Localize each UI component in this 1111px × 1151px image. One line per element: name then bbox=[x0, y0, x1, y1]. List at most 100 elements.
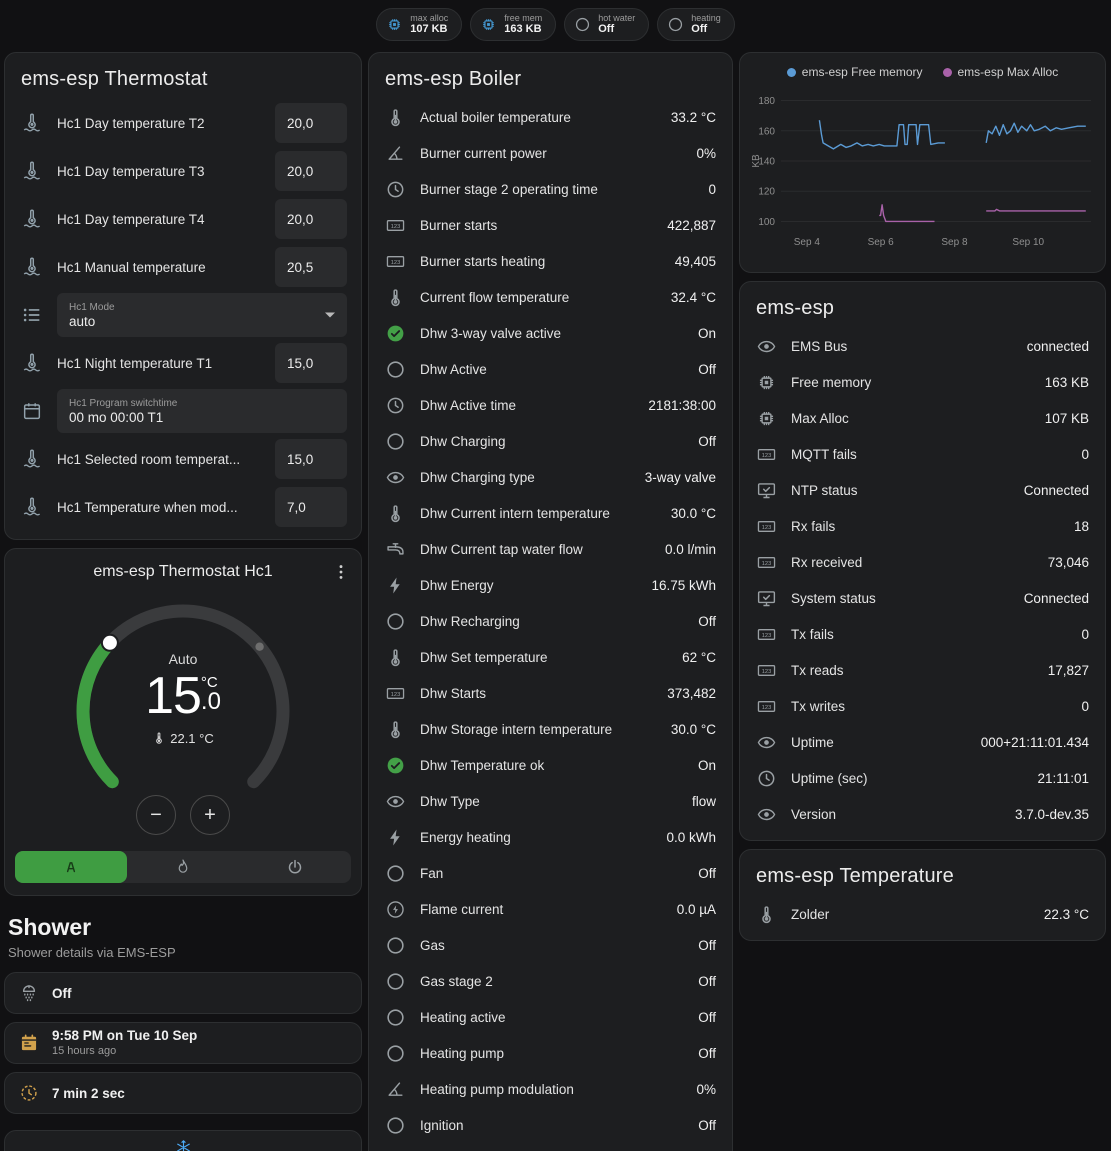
shower-duration-row[interactable]: 7 min 2 sec bbox=[4, 1072, 362, 1114]
status-chip[interactable]: heating Off bbox=[657, 8, 735, 41]
clock-icon bbox=[385, 179, 406, 200]
mode-auto-button[interactable] bbox=[15, 851, 127, 883]
entity-row[interactable]: Gas Off bbox=[369, 927, 732, 963]
entity-input[interactable]: 15,0 bbox=[275, 439, 347, 479]
entity-row[interactable]: Current flow temperature 32.4 °C bbox=[369, 279, 732, 315]
legend-item-max-alloc[interactable]: ems-esp Max Alloc bbox=[943, 65, 1059, 79]
entity-row[interactable]: Dhw Type flow bbox=[369, 783, 732, 819]
mode-off-button[interactable] bbox=[239, 851, 351, 883]
entity-input[interactable]: 20,0 bbox=[275, 199, 347, 239]
entity-input[interactable]: 20,0 bbox=[275, 151, 347, 191]
entity-value: 2181:38:00 bbox=[648, 398, 716, 413]
entity-row[interactable]: 123 Rx fails 18 bbox=[740, 508, 1105, 544]
entity-row[interactable]: 123 Tx fails 0 bbox=[740, 616, 1105, 652]
boiler-rows: Actual boiler temperature 33.2 °C Burner… bbox=[369, 99, 732, 1143]
entity-row[interactable]: Dhw Storage intern temperature 30.0 °C bbox=[369, 711, 732, 747]
hvac-mode-row bbox=[15, 851, 351, 883]
entity-row[interactable]: 123 MQTT fails 0 bbox=[740, 436, 1105, 472]
hvac-mode-label: Auto bbox=[169, 651, 198, 667]
entity-row[interactable]: Dhw Charging type 3-way valve bbox=[369, 459, 732, 495]
entity-row[interactable]: Fan Off bbox=[369, 855, 732, 891]
thermometer-icon bbox=[385, 503, 406, 524]
entity-input[interactable]: 7,0 bbox=[275, 487, 347, 527]
entity-row[interactable]: EMS Bus connected bbox=[740, 328, 1105, 364]
entity-value: 107 KB bbox=[1045, 411, 1089, 426]
thermo-water-icon bbox=[21, 352, 43, 374]
circle-icon bbox=[385, 611, 406, 632]
entity-label: Dhw Current intern temperature bbox=[420, 506, 657, 521]
thermometer-icon bbox=[385, 647, 406, 668]
entity-row[interactable]: Dhw Current tap water flow 0.0 l/min bbox=[369, 531, 732, 567]
status-chip[interactable]: hot water Off bbox=[564, 8, 649, 41]
entity-row[interactable]: Gas stage 2 Off bbox=[369, 963, 732, 999]
shower-last-time-row[interactable]: 9:58 PM on Tue 10 Sep 15 hours ago bbox=[4, 1022, 362, 1064]
entity-input[interactable]: Hc1 Mode auto bbox=[57, 293, 347, 337]
right-column: ems-esp Free memory ems-esp Max Alloc 10… bbox=[739, 52, 1106, 941]
entity-label: Dhw Current tap water flow bbox=[420, 542, 651, 557]
entity-row[interactable]: Dhw Active Off bbox=[369, 351, 732, 387]
entity-row: Hc1 Mode auto bbox=[5, 291, 361, 339]
decrease-temp-button[interactable]: − bbox=[136, 795, 176, 835]
entity-value: 3.7.0-dev.35 bbox=[1015, 807, 1089, 822]
entity-value: Off bbox=[698, 434, 716, 449]
svg-text:Sep 8: Sep 8 bbox=[941, 237, 968, 248]
entity-row[interactable]: Energy heating 0.0 kWh bbox=[369, 819, 732, 855]
thermostat-dial[interactable]: Auto 15 °C .0 22.1 °C − + bbox=[63, 587, 303, 835]
entity-row[interactable]: 123 Rx received 73,046 bbox=[740, 544, 1105, 580]
entity-row[interactable]: Heating pump modulation 0% bbox=[369, 1071, 732, 1107]
entity-row[interactable]: Heating pump Off bbox=[369, 1035, 732, 1071]
entity-row[interactable]: Dhw Energy 16.75 kWh bbox=[369, 567, 732, 603]
entity-row[interactable]: 123 Burner starts heating 49,405 bbox=[369, 243, 732, 279]
input-value: auto bbox=[69, 314, 335, 329]
entity-input[interactable]: Hc1 Program switchtime 00 mo 00:00 T1 bbox=[57, 389, 347, 433]
entity-input[interactable]: 15,0 bbox=[275, 343, 347, 383]
entity-row[interactable]: Version 3.7.0-dev.35 bbox=[740, 796, 1105, 832]
entity-row[interactable]: Dhw Recharging Off bbox=[369, 603, 732, 639]
entity-row[interactable]: Dhw Temperature ok On bbox=[369, 747, 732, 783]
entity-row[interactable]: Zolder 22.3 °C bbox=[740, 896, 1105, 932]
entity-label: Heating pump bbox=[420, 1046, 684, 1061]
entity-row[interactable]: Dhw Current intern temperature 30.0 °C bbox=[369, 495, 732, 531]
input-label: Hc1 Program switchtime bbox=[69, 397, 335, 410]
entity-label: Zolder bbox=[791, 907, 1030, 922]
increase-temp-button[interactable]: + bbox=[190, 795, 230, 835]
entity-row[interactable]: 123 Burner starts 422,887 bbox=[369, 207, 732, 243]
thermo-water-icon bbox=[21, 496, 43, 518]
more-menu-icon[interactable] bbox=[331, 562, 351, 582]
entity-row[interactable]: System status Connected bbox=[740, 580, 1105, 616]
entity-row[interactable]: Dhw Active time 2181:38:00 bbox=[369, 387, 732, 423]
entity-row[interactable]: Uptime (sec) 21:11:01 bbox=[740, 760, 1105, 796]
clock-icon bbox=[385, 395, 406, 416]
entity-row[interactable]: Burner stage 2 operating time 0 bbox=[369, 171, 732, 207]
entity-row[interactable]: Dhw 3-way valve active On bbox=[369, 315, 732, 351]
entity-row[interactable]: Free memory 163 KB bbox=[740, 364, 1105, 400]
entity-row[interactable]: Ignition Off bbox=[369, 1107, 732, 1143]
status-chip[interactable]: max alloc 107 KB bbox=[376, 8, 462, 41]
entity-row[interactable]: Dhw Set temperature 62 °C bbox=[369, 639, 732, 675]
entity-label: Hc1 Day temperature T4 bbox=[57, 212, 261, 227]
entity-row[interactable]: Max Alloc 107 KB bbox=[740, 400, 1105, 436]
chip-label: free mem bbox=[504, 13, 542, 23]
svg-text:123: 123 bbox=[391, 223, 400, 229]
section-subtitle: Shower details via EMS-ESP bbox=[8, 945, 358, 960]
entity-row[interactable]: Dhw Charging Off bbox=[369, 423, 732, 459]
entity-row[interactable]: 123 Dhw Starts 373,482 bbox=[369, 675, 732, 711]
entity-row[interactable]: 123 Tx writes 0 bbox=[740, 688, 1105, 724]
entity-label: Version bbox=[791, 807, 1001, 822]
legend-item-free-memory[interactable]: ems-esp Free memory bbox=[787, 65, 923, 79]
entity-row[interactable]: Burner current power 0% bbox=[369, 135, 732, 171]
shower-duration-value: 7 min 2 sec bbox=[52, 1086, 125, 1101]
entity-row[interactable]: Flame current 0.0 µA bbox=[369, 891, 732, 927]
entity-row[interactable]: 123 Tx reads 17,827 bbox=[740, 652, 1105, 688]
entity-row[interactable]: Heating active Off bbox=[369, 999, 732, 1035]
entity-input[interactable]: 20,0 bbox=[275, 103, 347, 143]
entity-row[interactable]: Uptime 000+21:11:01.434 bbox=[740, 724, 1105, 760]
entity-input[interactable]: 20,5 bbox=[275, 247, 347, 287]
memory-chart-card: ems-esp Free memory ems-esp Max Alloc 10… bbox=[739, 52, 1106, 273]
entity-row[interactable]: Actual boiler temperature 33.2 °C bbox=[369, 99, 732, 135]
entity-row[interactable]: NTP status Connected bbox=[740, 472, 1105, 508]
shower-state-row[interactable]: Off bbox=[4, 972, 362, 1014]
mode-heat-button[interactable] bbox=[127, 851, 239, 883]
thermostat-rows: Hc1 Day temperature T2 20,0 Hc1 Day temp… bbox=[5, 99, 361, 539]
status-chip[interactable]: free mem 163 KB bbox=[470, 8, 556, 41]
